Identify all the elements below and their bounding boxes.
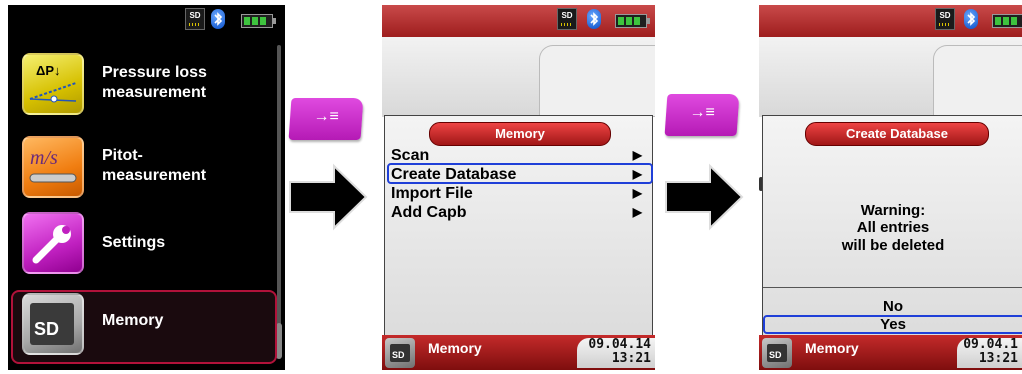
svg-text:SD: SD	[769, 350, 782, 360]
footer-label: Memory	[805, 340, 859, 356]
submenu-arrow-icon: ▶	[632, 205, 642, 219]
warning-line: All entries	[856, 219, 930, 236]
pressure-gauge-icon: ΔP↓	[22, 53, 84, 115]
battery-icon	[992, 14, 1022, 28]
menu-item-settings[interactable]: Settings	[14, 208, 276, 278]
menu-item-label: Pressure loss measurement	[102, 64, 207, 101]
pitot-tube-icon: m/s	[22, 136, 84, 198]
svg-text:ΔP↓: ΔP↓	[36, 63, 61, 78]
menu-item-label: Pitot- measurement	[102, 147, 207, 184]
background-tab	[933, 45, 1022, 117]
enter-list-icon: →≡	[313, 108, 339, 125]
sd-card-icon: SD	[22, 293, 84, 355]
main-menu-screen: SD ΔP↓ Pressure loss measurement m/s Pit…	[8, 5, 285, 370]
menu-scrollbar[interactable]	[277, 45, 281, 357]
confirm-dialog-panel: Create Database Warning: All entries wil…	[762, 115, 1022, 337]
footer-label: Memory	[428, 340, 482, 356]
menu-item-memory[interactable]: SD Memory	[14, 289, 276, 359]
submenu-arrow-icon: ▶	[632, 167, 642, 181]
status-bar	[759, 5, 1022, 37]
sd-card-icon: SD	[385, 338, 415, 368]
memory-menu-screen: SD Memory Scan ▶ Create Database ▶ Import …	[382, 5, 655, 370]
battery-icon	[615, 14, 650, 28]
menu-item-add-capb[interactable]: Add Capb ▶	[391, 203, 646, 222]
create-database-screen: SD Create Database Warning: All entries …	[759, 5, 1022, 370]
option-yes[interactable]: Yes	[763, 316, 1022, 334]
battery-icon	[241, 14, 276, 28]
bluetooth-icon	[587, 9, 601, 29]
svg-text:SD: SD	[34, 319, 59, 339]
sd-card-icon: SD	[762, 338, 792, 368]
panel-title: Create Database	[805, 122, 989, 146]
enter-list-icon: →≡	[689, 104, 715, 121]
svg-text:SD: SD	[392, 350, 405, 360]
sd-card-status-icon: SD	[185, 8, 205, 30]
svg-text:m/s: m/s	[30, 147, 58, 169]
wrench-icon	[22, 212, 84, 274]
divider	[763, 287, 1022, 288]
menu-item-label: Settings	[102, 234, 166, 251]
sd-card-status-icon: SD	[935, 8, 955, 30]
panel-title: Memory	[429, 122, 611, 146]
flow-arrow-icon	[288, 162, 370, 237]
footer-bar: SD Memory 09.04.14 13:21	[382, 335, 655, 370]
flow-arrow-icon	[664, 162, 746, 237]
warning-line: will be deleted	[841, 237, 945, 254]
menu-item-create-database[interactable]: Create Database ▶	[391, 165, 646, 184]
memory-menu-panel: Memory Scan ▶ Create Database ▶ Import Fil…	[384, 115, 653, 337]
action-softkey[interactable]: →≡	[664, 94, 740, 136]
warning-heading: Warning:	[860, 202, 926, 219]
bluetooth-icon	[211, 9, 225, 29]
menu-item-label: Memory	[102, 312, 164, 329]
action-softkey[interactable]: →≡	[288, 98, 364, 140]
bluetooth-icon	[964, 9, 978, 29]
date-time-display: 09.04.14 13:21	[577, 338, 655, 368]
submenu-arrow-icon: ▶	[632, 186, 642, 200]
date-time-display: 09.04.1 13:21	[957, 338, 1022, 368]
sd-card-status-icon: SD	[557, 8, 577, 30]
menu-item-pressure-loss[interactable]: ΔP↓ Pressure loss measurement	[14, 49, 276, 119]
background-tab	[539, 45, 655, 117]
option-no[interactable]: No	[763, 298, 1022, 316]
menu-item-import-file[interactable]: Import File ▶	[391, 184, 646, 203]
menu-item-pitot[interactable]: m/s Pitot- measurement	[14, 132, 276, 202]
footer-bar: SD Memory 09.04.1 13:21	[759, 335, 1022, 370]
